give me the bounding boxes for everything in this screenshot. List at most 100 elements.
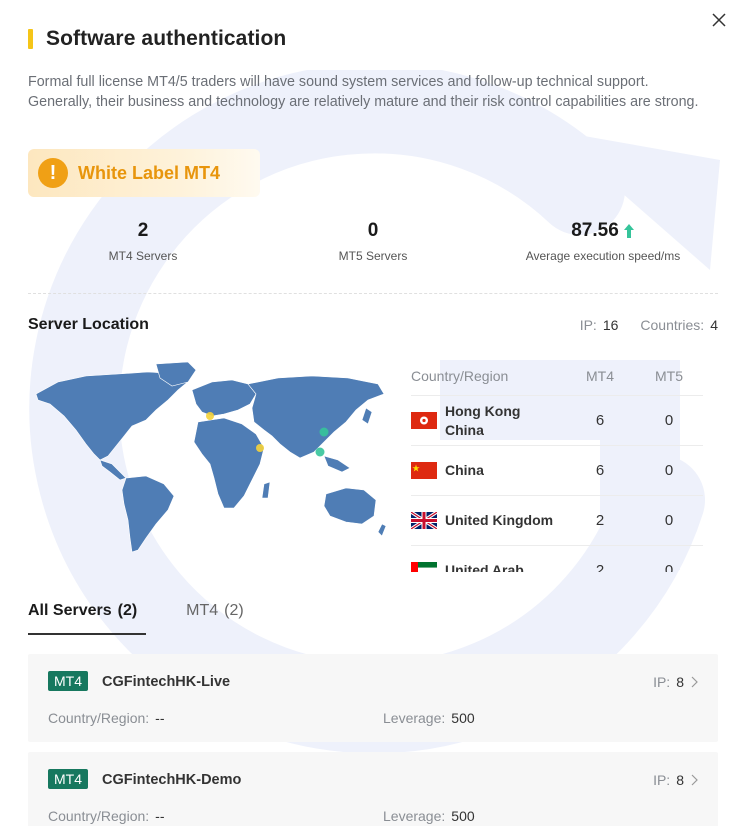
leverage-label: Leverage:: [383, 710, 446, 726]
map-africa: [193, 417, 265, 509]
location-table[interactable]: Country/Region MT4 MT5 Hong Kong China 6…: [411, 356, 703, 572]
world-map[interactable]: [28, 360, 388, 560]
tab-mt4[interactable]: MT4 (2): [186, 602, 244, 635]
mt4-count: 6: [595, 462, 605, 479]
mt5-count: 0: [664, 512, 674, 529]
ip-label: IP:: [653, 772, 671, 788]
stat-execution-speed: 87.56 Average execution speed/ms: [488, 218, 718, 268]
map-australia: [323, 487, 377, 525]
marker-united-kingdom[interactable]: [206, 412, 214, 420]
ip-count-value: 16: [602, 317, 619, 333]
page-title: Software authentication: [46, 27, 287, 50]
mt5-count: 0: [664, 462, 674, 479]
close-button[interactable]: [707, 8, 731, 32]
mt4-count: 2: [595, 562, 605, 572]
leverage-value: 500: [451, 808, 475, 824]
stat-mt4-servers: 2 MT4 Servers: [28, 218, 258, 268]
server-ip[interactable]: IP: 8: [653, 674, 698, 690]
server-region: Country/Region: --: [48, 710, 165, 726]
server-name: CGFintechHK-Demo: [102, 772, 242, 788]
mt4-count: 6: [595, 412, 605, 429]
stat-mt5-servers: 0 MT5 Servers: [258, 218, 488, 268]
server-tabs: All Servers (2) MT4 (2): [28, 602, 244, 635]
tab-count: (2): [117, 602, 138, 619]
marker-uae[interactable]: [256, 444, 264, 452]
map-europe: [191, 379, 257, 417]
tab-all-servers[interactable]: All Servers (2): [28, 602, 147, 635]
column-header-mt4: MT4: [586, 367, 614, 384]
country-name: Hong Kong China: [445, 402, 520, 440]
ip-count-label: IP:: [579, 317, 597, 333]
tab-label: MT4: [186, 602, 219, 619]
divider: [28, 293, 718, 294]
server-region: Country/Region: --: [48, 808, 165, 824]
country-name: China: [445, 462, 484, 478]
leverage-label: Leverage:: [383, 808, 446, 824]
map-central-america: [99, 459, 127, 481]
column-header-mt5: MT5: [655, 367, 683, 384]
stat-value: 2: [137, 220, 149, 241]
mt5-count: 0: [664, 412, 674, 429]
table-row: United Arab 2 0: [411, 546, 703, 572]
stat-caption: Average execution speed/ms: [525, 249, 681, 263]
accent-bar: [28, 29, 33, 49]
map-north-america: [35, 371, 191, 461]
server-location-title: Server Location: [28, 316, 149, 333]
stat-value: 0: [367, 220, 379, 241]
table-row: China 6 0: [411, 446, 703, 496]
region-label: Country/Region:: [48, 710, 150, 726]
leverage-value: 500: [451, 710, 475, 726]
license-badge: ! White Label MT4: [28, 149, 260, 197]
ip-value: 8: [676, 772, 684, 788]
map-madagascar: [261, 481, 271, 499]
marker-hong-kong[interactable]: [315, 447, 325, 457]
ip-count: IP: 16: [580, 317, 619, 333]
map-southeast-asia: [323, 455, 351, 473]
hong-kong-flag-icon: [411, 412, 437, 429]
country-cell: United Arab: [411, 561, 565, 572]
countries-count-value: 4: [710, 317, 718, 333]
country-cell: Hong Kong China: [411, 402, 565, 440]
stat-value: 87.56: [571, 220, 619, 241]
server-leverage: Leverage: 500: [383, 808, 475, 824]
ip-label: IP:: [653, 674, 671, 690]
uae-flag-icon: [411, 562, 437, 572]
server-ip[interactable]: IP: 8: [653, 772, 698, 788]
warning-icon: !: [38, 158, 68, 188]
country-cell: China: [411, 461, 565, 480]
stat-caption: MT5 Servers: [338, 249, 408, 263]
united-kingdom-flag-icon: [411, 512, 437, 529]
license-badge-label: White Label MT4: [78, 162, 221, 183]
server-leverage: Leverage: 500: [383, 710, 475, 726]
server-card[interactable]: MT4 CGFintechHK-Live IP: 8 Country/Region…: [28, 654, 718, 742]
tab-count: (2): [224, 602, 244, 619]
chevron-right-icon: [691, 774, 698, 786]
close-icon: [712, 13, 726, 27]
table-row: United Kingdom 2 0: [411, 496, 703, 546]
countries-count: Countries: 4: [640, 317, 718, 333]
region-label: Country/Region:: [48, 808, 150, 824]
mt4-count: 2: [595, 512, 605, 529]
map-japan: [361, 407, 373, 425]
stat-caption: MT4 Servers: [108, 249, 178, 263]
countries-count-label: Countries:: [640, 317, 705, 333]
table-row: Hong Kong China 6 0: [411, 396, 703, 446]
ip-value: 8: [676, 674, 684, 690]
location-summary: IP: 16 Countries: 4: [580, 317, 718, 333]
mt4-tag: MT4: [48, 671, 88, 691]
country-cell: United Kingdom: [411, 511, 565, 530]
description-text: Formal full license MT4/5 traders will h…: [28, 74, 699, 110]
mt5-count: 0: [664, 562, 674, 572]
location-table-header: Country/Region MT4 MT5: [411, 356, 703, 396]
region-value: --: [155, 808, 165, 824]
server-name: CGFintechHK-Live: [102, 674, 231, 690]
region-value: --: [155, 710, 165, 726]
marker-china[interactable]: [319, 427, 329, 437]
country-name: United Kingdom: [445, 512, 554, 528]
tab-label: All Servers: [28, 602, 112, 619]
column-header-country: Country/Region: [411, 367, 509, 384]
chevron-right-icon: [691, 676, 698, 688]
server-card[interactable]: MT4 CGFintechHK-Demo IP: 8 Country/Region…: [28, 752, 718, 826]
map-new-zealand: [377, 523, 387, 537]
country-name-line: Hong Kong: [445, 402, 521, 419]
